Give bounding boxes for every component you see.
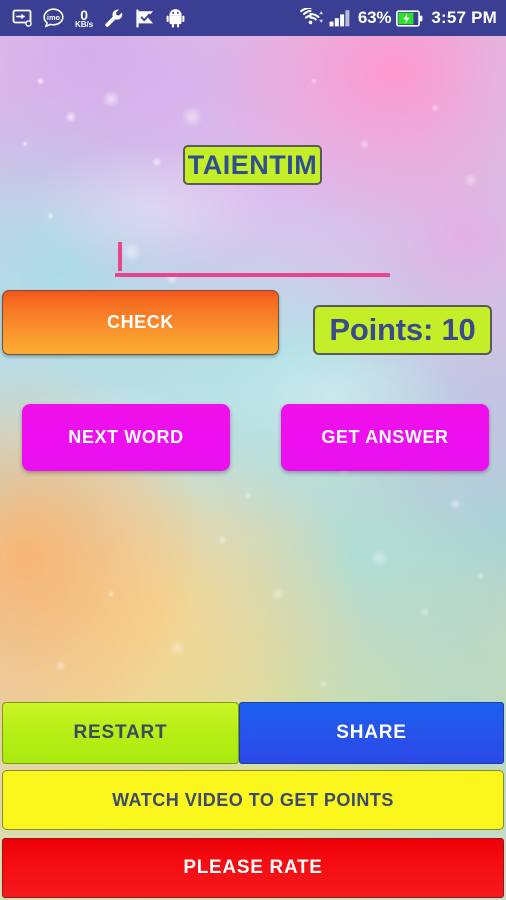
clock-label: 3:57 PM bbox=[431, 8, 497, 27]
status-bar: imo 0 KB/s 63% 3:57 PM bbox=[0, 0, 506, 36]
answer-input[interactable] bbox=[115, 239, 390, 277]
next-word-button[interactable]: NEXT WORD bbox=[22, 404, 230, 471]
battery-charging-icon bbox=[396, 9, 423, 27]
restart-button[interactable]: RESTART bbox=[2, 702, 239, 764]
status-bar-right-indicators: 63% 3:57 PM bbox=[300, 8, 497, 28]
check-button[interactable]: CHECK bbox=[2, 290, 279, 355]
wifi-icon bbox=[300, 8, 324, 28]
checkmark-flag-icon bbox=[135, 8, 155, 28]
points-badge: Points: 10 bbox=[313, 305, 492, 355]
please-rate-button[interactable]: PLEASE RATE bbox=[2, 838, 504, 898]
screen-cast-icon bbox=[12, 9, 32, 27]
battery-percent-label: 63% bbox=[357, 8, 392, 27]
wrench-settings-icon bbox=[104, 8, 124, 28]
text-cursor bbox=[118, 242, 122, 271]
android-robot-icon bbox=[166, 8, 185, 28]
scrambled-word-label: TAIENTIM bbox=[183, 145, 322, 185]
answer-input-container[interactable] bbox=[115, 239, 390, 277]
imo-messenger-icon: imo bbox=[43, 7, 64, 29]
get-answer-button[interactable]: GET ANSWER bbox=[281, 404, 489, 471]
app-root: imo 0 KB/s 63% 3:57 PM TAIENTIM CHECK Po… bbox=[0, 0, 506, 900]
cellular-signal-icon bbox=[329, 9, 353, 27]
status-bar-left-icons: imo 0 KB/s bbox=[12, 8, 185, 29]
data-speed-icon: 0 KB/s bbox=[75, 8, 93, 29]
data-speed-unit: KB/s bbox=[75, 19, 94, 29]
watch-video-button[interactable]: WATCH VIDEO TO GET POINTS bbox=[2, 770, 504, 830]
share-button[interactable]: SHARE bbox=[239, 702, 504, 764]
svg-text:imo: imo bbox=[47, 13, 61, 22]
